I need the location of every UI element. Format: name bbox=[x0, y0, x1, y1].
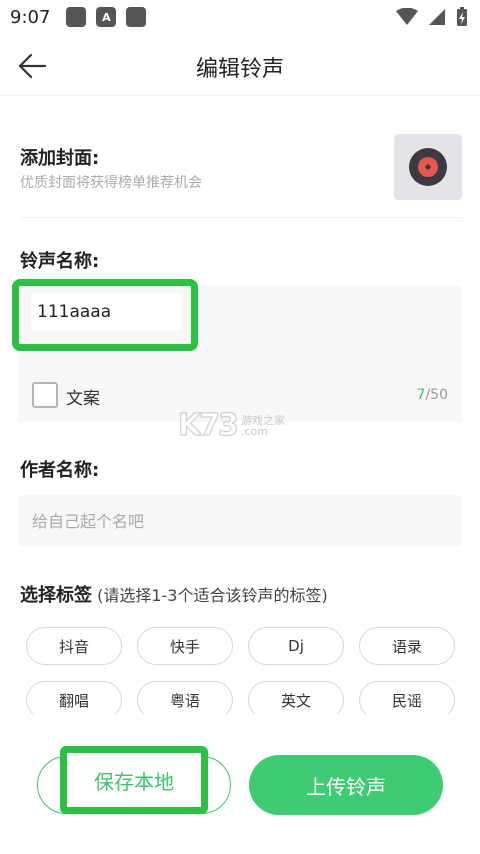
copy-checkbox[interactable] bbox=[32, 382, 58, 408]
char-count-max: /50 bbox=[425, 387, 448, 403]
watermark: K73 游戏之家 .com bbox=[177, 407, 285, 443]
signal-icon bbox=[429, 9, 445, 25]
vinyl-record-icon bbox=[409, 148, 447, 186]
tag-douyin[interactable]: 抖音 bbox=[26, 627, 122, 665]
status-bar: 9:07 A bbox=[0, 0, 480, 34]
ringtone-name-label: 铃声名称: bbox=[20, 251, 100, 272]
save-local-label: 保存本地 bbox=[94, 769, 174, 794]
app-notification-icon bbox=[126, 7, 147, 27]
tags-title: 选择标签 bbox=[20, 585, 92, 606]
tags-hint: (请选择1-3个适合该铃声的标签) bbox=[92, 586, 328, 605]
watermark-side: 游戏之家 .com bbox=[241, 415, 285, 437]
cover-title: 添加封面: bbox=[20, 148, 100, 169]
header: 编辑铃声 bbox=[0, 34, 480, 96]
status-indicators bbox=[396, 7, 468, 27]
notification-icons: A bbox=[66, 7, 147, 27]
tag-quotes[interactable]: 语录 bbox=[359, 627, 455, 665]
watermark-logo: K73 bbox=[177, 407, 239, 443]
copy-label: 文案 bbox=[66, 389, 100, 409]
watermark-domain: .com bbox=[241, 424, 268, 438]
author-name-label: 作者名称: bbox=[20, 460, 100, 481]
cover-hint: 优质封面将获得榜单推荐机会 bbox=[20, 175, 202, 191]
a-notification-icon: A bbox=[96, 7, 117, 27]
cover-section: 添加封面: 优质封面将获得榜单推荐机会 bbox=[20, 132, 462, 218]
battery-icon bbox=[457, 7, 467, 26]
tag-dj[interactable]: Dj bbox=[248, 627, 344, 665]
status-time: 9:07 bbox=[10, 6, 51, 28]
char-count: 7/50 bbox=[417, 387, 448, 403]
tags-label: 选择标签 (请选择1-3个适合该铃声的标签) bbox=[20, 581, 328, 607]
save-local-highlight[interactable]: 保存本地 bbox=[60, 746, 208, 814]
bottom-divider bbox=[0, 714, 480, 744]
author-name-input[interactable] bbox=[18, 495, 462, 547]
watermark-text: 游戏之家 bbox=[241, 413, 285, 427]
tag-kuaishou[interactable]: 快手 bbox=[137, 627, 233, 665]
wifi-icon bbox=[396, 8, 418, 25]
ringtone-name-highlight bbox=[12, 279, 198, 351]
tag-grid: 抖音 快手 Dj 语录 翻唱 粤语 英文 民谣 bbox=[26, 627, 455, 719]
app-notification-icon bbox=[66, 7, 87, 27]
ringtone-name-input[interactable] bbox=[31, 294, 181, 330]
page-title: 编辑铃声 bbox=[195, 57, 284, 82]
upload-ringtone-button[interactable]: 上传铃声 bbox=[249, 755, 443, 815]
add-cover-button[interactable] bbox=[394, 134, 462, 200]
upload-ringtone-label: 上传铃声 bbox=[306, 774, 386, 799]
